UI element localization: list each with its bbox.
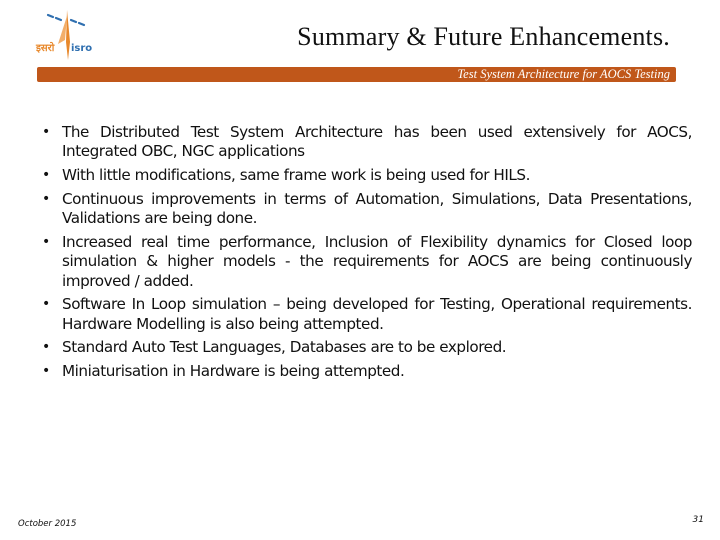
banner-text: Test System Architecture for AOCS Testin… (457, 67, 670, 81)
bullet-text: Standard Auto Test Languages, Databases … (62, 338, 507, 357)
bullet-item: • Standard Auto Test Languages, Databases… (42, 338, 692, 357)
logo-hindi-text: इसरो (35, 41, 55, 54)
slide-title: Summary & Future Enhancements. (297, 22, 670, 51)
bullet-item: • Miniaturisation in Hardware is being at… (42, 362, 692, 381)
bullet-icon: • (42, 233, 51, 250)
bullet-item: • The Distributed Test System Architectur… (42, 123, 692, 162)
bullet-icon: • (42, 339, 51, 356)
logo-english-text: isro (71, 43, 92, 54)
bullet-text: Miniaturisation in Hardware is being att… (62, 362, 405, 381)
bullet-text: Continuous improvements in terms of Auto… (62, 189, 692, 228)
page-number: 31 (692, 515, 704, 525)
isro-logo-icon: इसरो isro (35, 10, 92, 60)
bullet-icon: • (42, 190, 51, 207)
bullet-text: Increased real time performance, Inclusi… (62, 232, 692, 290)
bullet-text: Software In Loop simulation – being deve… (62, 295, 692, 333)
bullet-icon: • (42, 167, 51, 184)
bullet-item: • Increased real time performance, Inclus… (42, 233, 692, 291)
bullet-item: • Software In Loop simulation – being dev… (42, 295, 692, 334)
bullet-text: With little modifications, same frame wo… (62, 166, 530, 185)
isro-logo: इसरो isro (34, 8, 98, 64)
bullet-item: • Continuous improvements in terms of Aut… (42, 190, 692, 229)
bullet-text: The Distributed Test System Architecture… (62, 123, 692, 161)
footer-date: October 2015 (18, 519, 77, 529)
bullet-icon: • (42, 296, 51, 313)
bullet-icon: • (42, 124, 51, 140)
bullet-item: • With little modifications, same frame w… (42, 166, 692, 185)
bullet-list: • The Distributed Test System Architectur… (42, 123, 692, 386)
bullet-icon: • (42, 363, 51, 380)
subtitle-banner: Test System Architecture for AOCS Testin… (37, 67, 676, 82)
